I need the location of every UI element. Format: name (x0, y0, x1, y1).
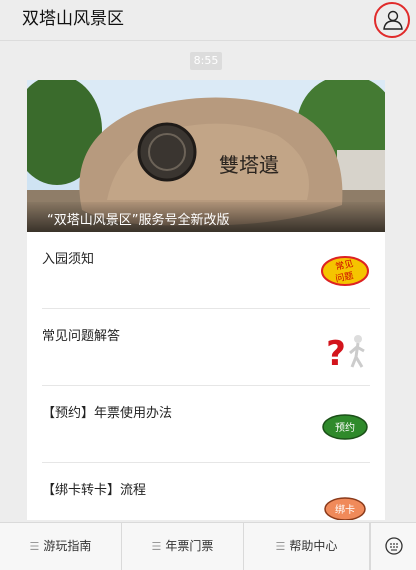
banner-caption: “双塔山风景区”服务号全新改版 (47, 213, 230, 228)
question-figure-thumbnail: ? (320, 325, 370, 374)
tab-label: 年票门票 (165, 539, 214, 553)
keyboard-toggle-button[interactable] (370, 523, 416, 570)
list-item-label: 常见问题解答 (42, 329, 121, 344)
menu-lines-icon: ☰ (275, 540, 286, 553)
user-icon (383, 10, 403, 30)
banner-sign-text: 雙塔遺 (219, 153, 279, 177)
header-bar: 双塔山风景区 (0, 0, 416, 41)
menu-lines-icon: ☰ (29, 540, 40, 553)
tab-annual-tickets[interactable]: ☰ 年票门票 (122, 523, 244, 570)
keyboard-icon (385, 537, 403, 555)
banner-caption-bar: “双塔山风景区”服务号全新改版 (27, 202, 385, 232)
list-item-annual-pass[interactable]: 【预约】年票使用办法 预约 (42, 386, 370, 463)
svg-text:?: ? (326, 334, 346, 371)
list-item-label: 【预约】年票使用办法 (42, 406, 173, 421)
menu-lines-icon: ☰ (151, 540, 162, 553)
svg-text:绑卡: 绑卡 (335, 503, 355, 516)
reservation-badge-thumbnail: 预约 (320, 402, 370, 448)
list-item-label: 入园须知 (42, 252, 95, 267)
bottom-menu-bar: ☰ 游玩指南 ☰ 年票门票 ☰ 帮助中心 (0, 522, 416, 570)
list-item-entry-notice[interactable]: 入园须知 常见 问题 (42, 232, 370, 309)
banner-image[interactable]: 雙塔遺 “双塔山风景区”服务号全新改版 (27, 80, 385, 232)
tab-help-center[interactable]: ☰ 帮助中心 (244, 523, 370, 570)
card-binding-badge-thumbnail: 绑卡 (320, 479, 370, 520)
tab-play-guide[interactable]: ☰ 游玩指南 (0, 523, 122, 570)
page-title: 双塔山风景区 (22, 9, 124, 29)
faq-badge-thumbnail: 常见 问题 (320, 248, 370, 294)
tab-label: 帮助中心 (289, 539, 338, 553)
profile-button[interactable] (374, 2, 410, 38)
message-timestamp: 8:55 (190, 52, 222, 70)
tab-label: 游玩指南 (43, 539, 92, 553)
article-card: 雙塔遺 “双塔山风景区”服务号全新改版 入园须知 常见 问题 常见问题解答 ? … (27, 80, 385, 520)
list-item-label: 【绑卡转卡】流程 (42, 483, 147, 498)
svg-text:预约: 预约 (335, 421, 355, 434)
list-item-faq[interactable]: 常见问题解答 ? (42, 309, 370, 386)
list-item-card-binding[interactable]: 【绑卡转卡】流程 绑卡 (42, 463, 370, 520)
